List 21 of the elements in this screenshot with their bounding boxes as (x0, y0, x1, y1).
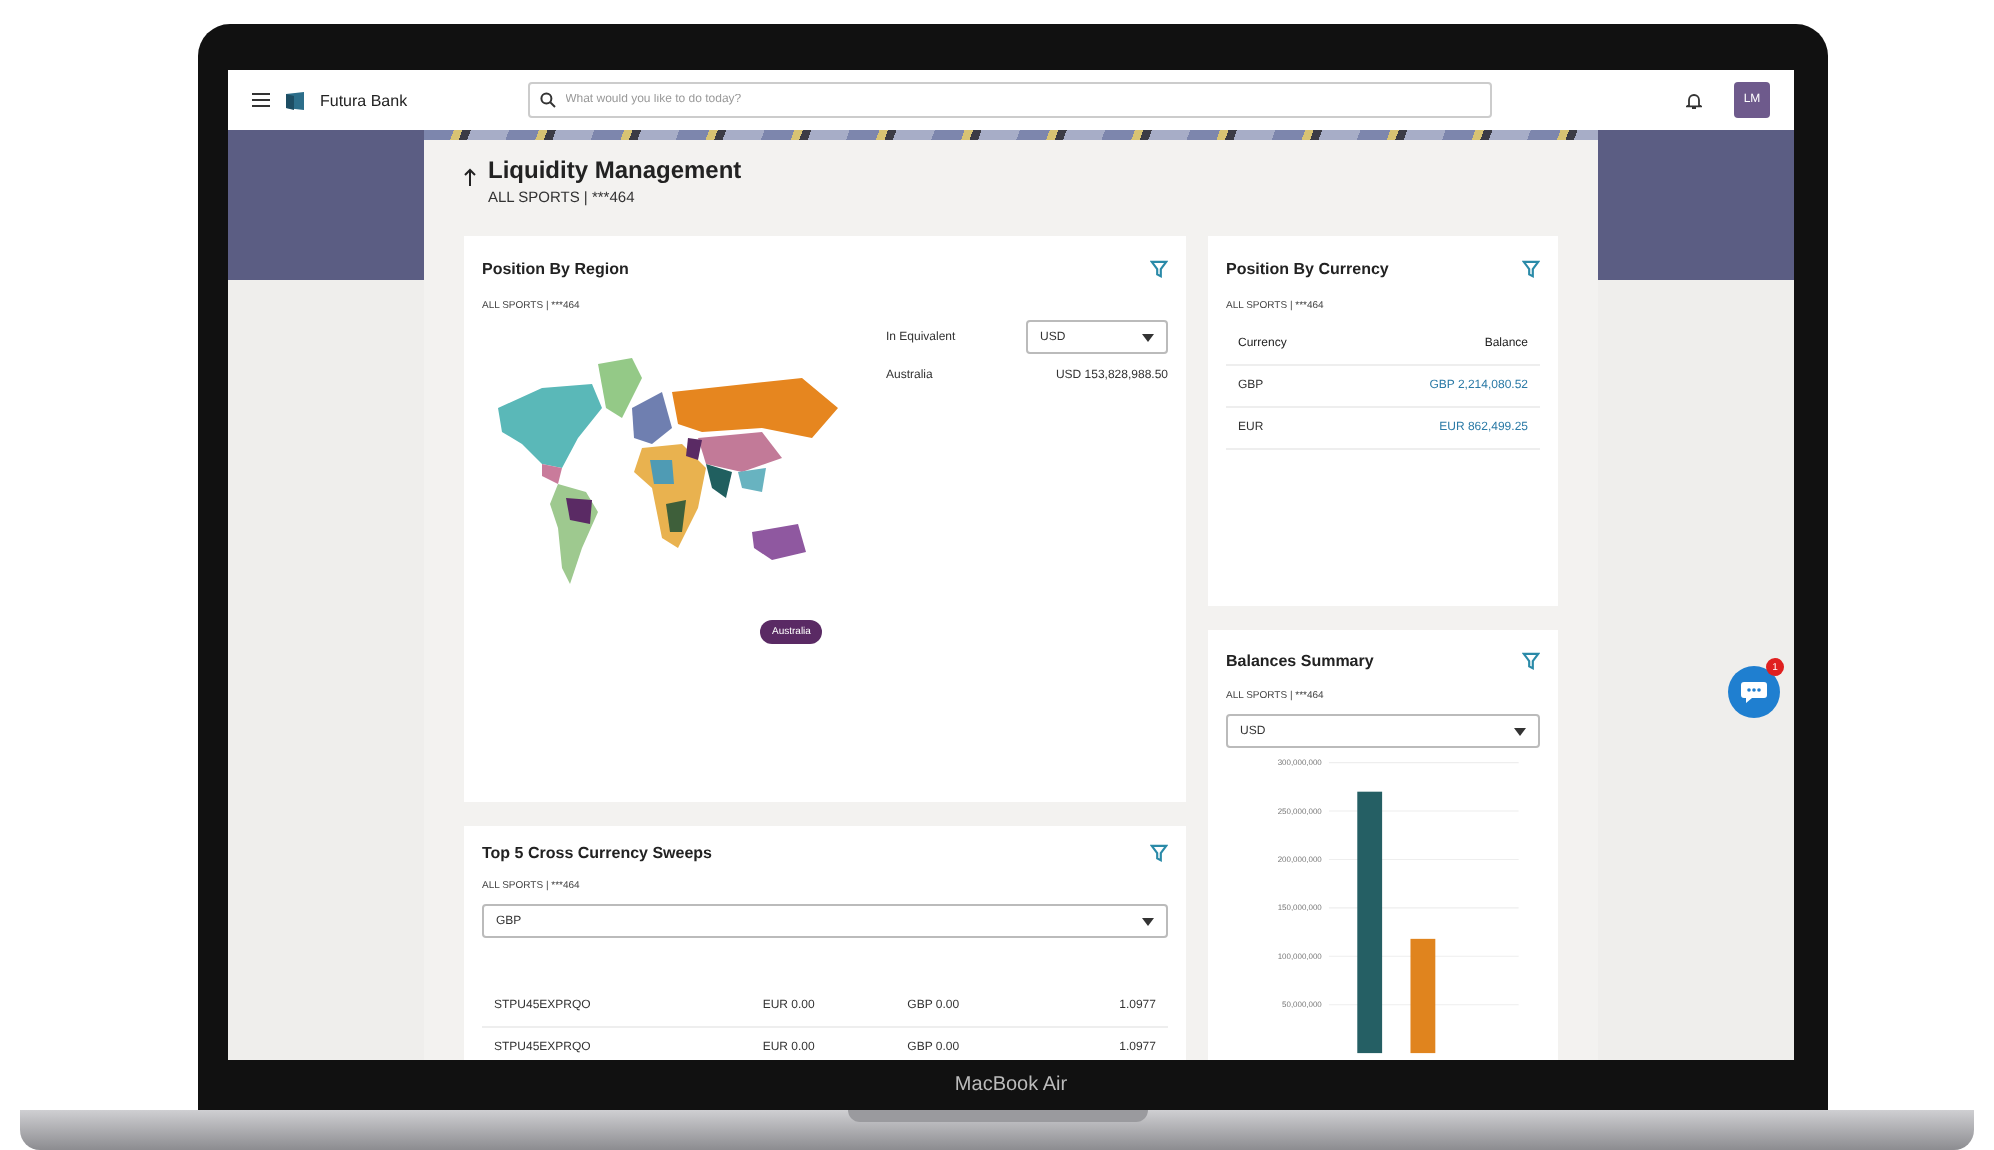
filter-icon[interactable] (1150, 844, 1168, 862)
chart-bar (1410, 939, 1436, 1054)
filter-icon[interactable] (1522, 651, 1540, 670)
menu-icon[interactable] (252, 92, 270, 108)
filter-icon[interactable] (1150, 259, 1168, 277)
filter-icon[interactable] (1522, 259, 1540, 277)
caret-icon (1142, 917, 1154, 925)
card-title: Balances Summary (1226, 651, 1374, 670)
brand-name: Futura Bank (320, 91, 408, 109)
caret-icon (1142, 333, 1154, 341)
back-arrow-icon[interactable] (464, 168, 476, 186)
logo-icon (286, 91, 304, 109)
caret-icon (1514, 727, 1526, 736)
card-title: Position By Region (482, 259, 629, 277)
bell-icon[interactable] (1686, 91, 1702, 109)
card-title: Position By Currency (1226, 259, 1389, 277)
chat-icon (1740, 680, 1768, 704)
page-title: Liquidity Management (488, 156, 742, 184)
search-icon (539, 92, 556, 108)
device-label: MacBook Air (954, 1074, 1068, 1096)
card-title: Top 5 Cross Currency Sweeps (482, 844, 712, 862)
